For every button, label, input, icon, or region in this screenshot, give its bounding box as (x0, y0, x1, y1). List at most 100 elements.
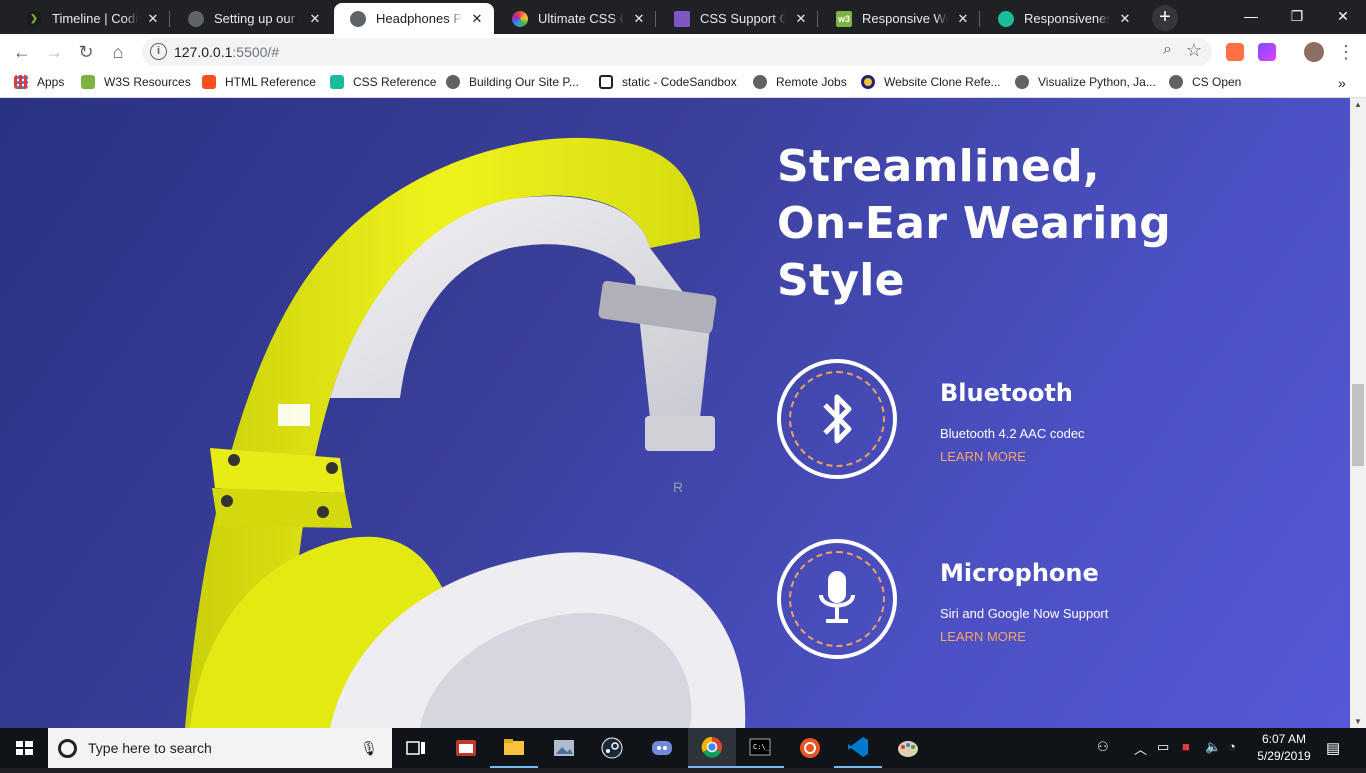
task-view-icon[interactable] (392, 728, 440, 768)
tab-responsive-web[interactable]: w3 Responsive Web Design ✕ (820, 3, 980, 34)
tab-setting-up-menu[interactable]: Setting up our menu ✕ (172, 3, 332, 34)
taskbar-search-box[interactable]: Type here to search 🎙 (48, 728, 392, 768)
headline-line: Streamlined, (777, 141, 1100, 192)
tab-title: Responsive Web Design (862, 11, 948, 26)
bookmark-label: Visualize Python, Ja... (1038, 75, 1156, 89)
photos-icon[interactable] (540, 728, 588, 768)
tab-headphones-active[interactable]: Headphones Power ✕ (334, 3, 494, 34)
windows-logo-icon (16, 741, 33, 755)
people-icon[interactable]: ⚇ (1097, 739, 1109, 755)
globe-icon (753, 75, 767, 89)
search-placeholder: Type here to search (88, 740, 212, 756)
close-tab-icon[interactable]: ✕ (1116, 11, 1134, 27)
scroll-down-arrow-icon[interactable]: ▼ (1354, 717, 1362, 726)
new-tab-button[interactable]: + (1152, 5, 1178, 31)
feature-microphone: Microphone Siri and Google Now Support L… (777, 539, 1297, 659)
close-tab-icon[interactable]: ✕ (792, 11, 810, 27)
volume-icon[interactable]: 🔈 (1205, 739, 1221, 755)
close-tab-icon[interactable]: ✕ (468, 11, 486, 27)
tab-separator (817, 11, 818, 27)
vscode-icon[interactable] (834, 728, 882, 768)
microphone-icon[interactable]: 🎙 (360, 740, 378, 757)
forward-button[interactable]: → (42, 40, 66, 64)
close-tab-icon[interactable]: ✕ (144, 11, 162, 27)
tab-title: CSS Support Guide (700, 11, 786, 26)
close-window-button[interactable]: ✕ (1320, 0, 1366, 32)
maximize-button[interactable]: ❐ (1274, 0, 1320, 32)
zoom-icon[interactable]: ⌕ (1163, 41, 1172, 59)
bookmark-html-reference[interactable]: HTML Reference (202, 75, 316, 89)
gradient-favicon-icon (512, 10, 528, 27)
windows-start-button[interactable] (0, 728, 48, 768)
bookmark-codesandbox[interactable]: static - CodeSandbox (599, 75, 737, 89)
wifi-icon[interactable]: ◔ (1228, 739, 1236, 754)
antivirus-icon[interactable]: ■ (1182, 739, 1190, 754)
chrome-icon[interactable] (688, 728, 736, 768)
scrollbar-thumb[interactable] (1352, 384, 1364, 466)
feature-description: Siri and Google Now Support (940, 606, 1109, 621)
tab-css-gradient[interactable]: Ultimate CSS Gradient ✕ (496, 3, 656, 34)
page-headline: Streamlined, On-Ear Wearing Style (777, 138, 1197, 309)
scroll-up-arrow-icon[interactable]: ▲ (1354, 100, 1362, 109)
profile-avatar[interactable] (1304, 42, 1324, 62)
screenshot-app-icon[interactable] (442, 728, 490, 768)
minimize-button[interactable]: — (1228, 0, 1274, 32)
extension-puzzle-icon[interactable] (1258, 43, 1276, 61)
bookmarks-bar: Apps W3S Resources HTML Reference CSS Re… (0, 70, 1366, 98)
globe-icon (1015, 75, 1029, 89)
show-hidden-icons-chevron-icon[interactable]: ︿ (1134, 739, 1147, 758)
tab-timeline[interactable]: ❯ Timeline | CodingPhase ✕ (10, 3, 170, 34)
close-tab-icon[interactable]: ✕ (954, 11, 972, 27)
address-bar[interactable]: i 127.0.0.1:5500/# ⌕ ☆ (142, 38, 1212, 66)
bookmark-visualize-python[interactable]: Visualize Python, Ja... (1015, 75, 1156, 89)
clock-date: 5/29/2019 (1257, 749, 1311, 763)
bookmark-star-icon[interactable]: ☆ (1186, 40, 1202, 61)
extension-chart-icon[interactable] (1226, 43, 1244, 61)
bookmark-css-reference[interactable]: CSS Reference (330, 75, 436, 89)
terminal-icon[interactable]: C:\_ (736, 728, 784, 768)
bookmark-label: Remote Jobs (776, 75, 847, 89)
close-tab-icon[interactable]: ✕ (306, 11, 324, 27)
tab-responsiveness[interactable]: Responsiveness | B ✕ (982, 3, 1142, 34)
action-center-icon[interactable]: ▤ (1326, 739, 1340, 757)
paint-icon[interactable] (884, 728, 932, 768)
tab-css-support[interactable]: CSS Support Guide ✕ (658, 3, 818, 34)
feature-title: Microphone (940, 559, 1099, 587)
bookmark-label: Apps (37, 75, 65, 89)
browser-toolbar: ← → ↻ ⌂ i 127.0.0.1:5500/# ⌕ ☆ ⋮ (0, 34, 1366, 70)
hero-section: R Streamlined, On-Ear Wearing Style Blue… (0, 98, 1350, 728)
menu-kebab-icon[interactable]: ⋮ (1334, 40, 1358, 64)
back-button[interactable]: ← (10, 40, 34, 64)
bookmark-building-site[interactable]: Building Our Site P... (446, 75, 579, 89)
bookmark-label: CS Open (1192, 75, 1242, 89)
battery-icon[interactable]: ▭ (1157, 739, 1169, 755)
home-button[interactable]: ⌂ (106, 40, 130, 64)
feature-description: Bluetooth 4.2 AAC codec (940, 426, 1085, 441)
more-bookmarks-chevron-icon[interactable]: » (1338, 75, 1346, 91)
url-path: :5500/# (232, 44, 280, 60)
file-explorer-icon[interactable] (490, 728, 538, 768)
site-info-icon[interactable]: i (150, 43, 167, 60)
discord-icon[interactable] (638, 728, 686, 768)
tab-title: Setting up our menu (214, 11, 300, 26)
system-clock[interactable]: 6:07 AM 5/29/2019 (1248, 731, 1320, 765)
reload-button[interactable]: ↻ (74, 40, 98, 64)
learn-more-link[interactable]: LEARN MORE (940, 629, 1026, 644)
headphones-image: R (185, 137, 746, 728)
bookmark-remote-jobs[interactable]: Remote Jobs (753, 75, 847, 89)
bookmark-w3s[interactable]: W3S Resources (81, 75, 191, 89)
steam-icon[interactable] (588, 728, 636, 768)
page-scrollbar[interactable]: ▲ ▼ (1350, 98, 1366, 728)
close-tab-icon[interactable]: ✕ (630, 11, 648, 27)
bookmark-label: W3S Resources (104, 75, 191, 89)
bookmark-cs-open[interactable]: CS Open (1169, 75, 1241, 89)
url-text[interactable]: 127.0.0.1:5500/# (174, 44, 279, 60)
ubuntu-icon[interactable] (786, 728, 834, 768)
apps-grid-icon (14, 75, 28, 89)
bluetooth-icon (777, 359, 897, 479)
bookmark-apps[interactable]: Apps (14, 75, 64, 89)
learn-more-link[interactable]: LEARN MORE (940, 449, 1026, 464)
tab-title: Timeline | CodingPhase (52, 11, 138, 26)
microphone-icon (777, 539, 897, 659)
bookmark-website-clone[interactable]: Website Clone Refe... (861, 75, 1001, 89)
